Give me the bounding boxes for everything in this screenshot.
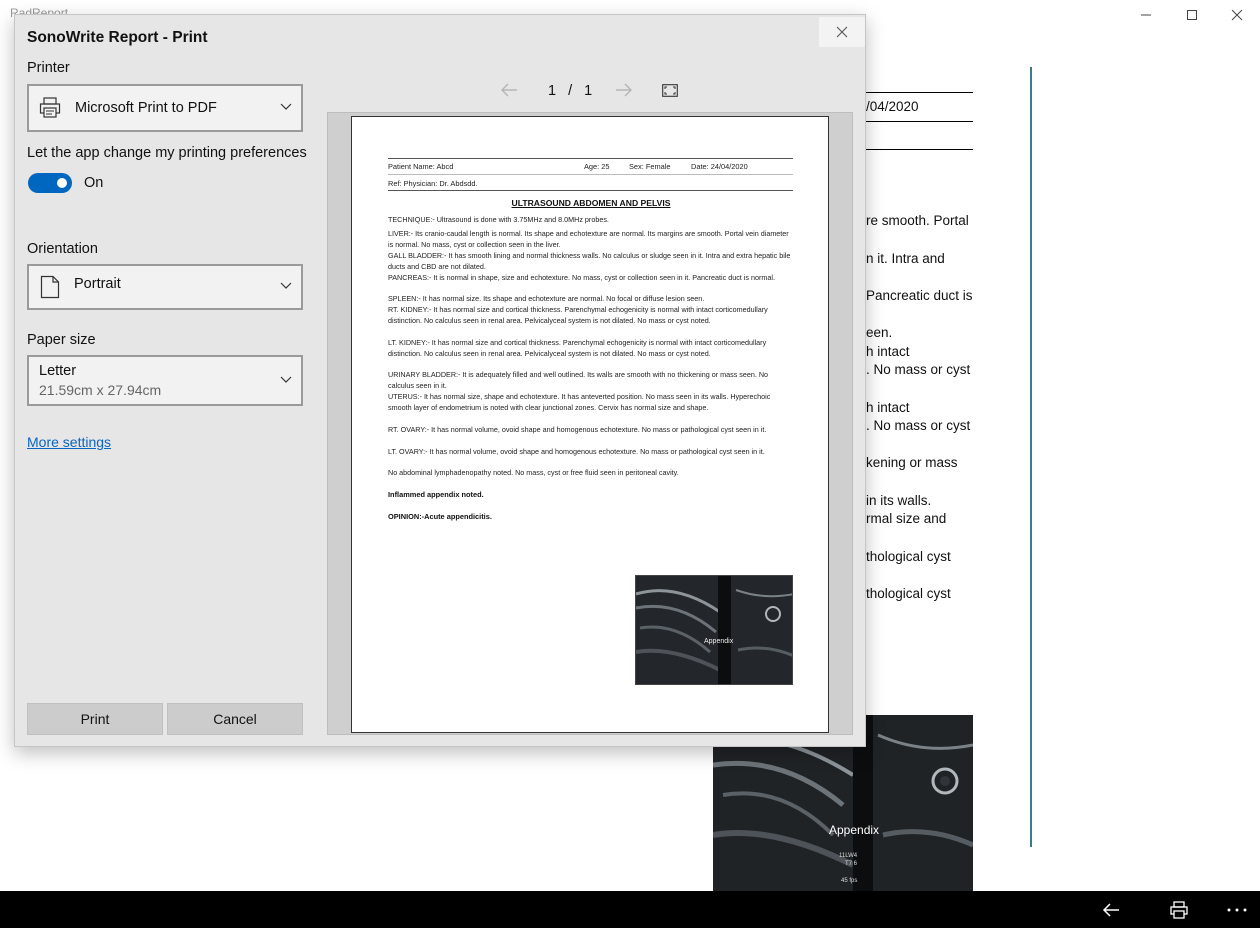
more-settings-link[interactable]: More settings bbox=[27, 434, 111, 450]
divider bbox=[860, 149, 973, 150]
bg-text-fragment: een. bbox=[866, 325, 893, 340]
preview-patient-name: Patient Name: Abcd bbox=[388, 162, 454, 171]
close-icon bbox=[836, 26, 848, 38]
toggle-knob bbox=[57, 178, 67, 188]
image-overlay-text: 11LW4 bbox=[839, 853, 858, 859]
bg-text-fragment: kening or mass bbox=[866, 455, 958, 470]
preview-age: Age: 25 bbox=[584, 162, 610, 171]
image-label: Appendix bbox=[829, 823, 880, 837]
orientation-select[interactable]: Portrait bbox=[27, 264, 303, 310]
close-icon bbox=[1231, 9, 1243, 21]
total-pages: 1 bbox=[584, 83, 594, 99]
image-overlay-text: 45 fps bbox=[841, 878, 858, 884]
bg-text-fragment: n it. Intra and bbox=[866, 251, 945, 266]
paper-size-select[interactable]: Letter 21.59cm x 27.94cm bbox=[27, 355, 303, 406]
preview-ref: Ref: Physician: Dr. Abdsdd. bbox=[388, 179, 478, 188]
orientation-value: Portrait bbox=[74, 276, 121, 292]
print-preview-area: Patient Name: Abcd Age: 25 Sex: Female D… bbox=[327, 112, 853, 735]
preview-sex: Sex: Female bbox=[629, 162, 671, 171]
preview-finding: Inflammed appendix noted. bbox=[388, 490, 484, 499]
bg-text-fragment: in its walls. bbox=[866, 493, 932, 508]
bg-date-fragment: /04/2020 bbox=[866, 99, 919, 114]
bg-text-fragment: re smooth. Portal bbox=[866, 213, 969, 228]
page-rule bbox=[388, 190, 793, 191]
preview-paragraph: UTERUS:- It has normal size, shape and e… bbox=[388, 392, 771, 412]
printer-select[interactable]: Microsoft Print to PDF bbox=[27, 84, 303, 132]
preview-paragraph: SPLEEN:- It has normal size. Its shape a… bbox=[388, 294, 705, 303]
page-indicator: 1 / 1 bbox=[548, 83, 593, 99]
maximize-icon bbox=[1187, 10, 1197, 20]
printer-label: Printer bbox=[27, 60, 70, 76]
preview-paragraph: No abdominal lymphadenopathy noted. No m… bbox=[388, 468, 679, 477]
paper-size-label: Paper size bbox=[27, 332, 96, 348]
preview-paragraph: TECHNIQUE:- Ultrasound is done with 3.75… bbox=[388, 215, 609, 224]
preferences-toggle-state: On bbox=[84, 175, 104, 191]
printer-value: Microsoft Print to PDF bbox=[75, 100, 217, 116]
bg-text-fragment: h intact bbox=[866, 344, 910, 359]
chevron-down-icon bbox=[280, 376, 292, 383]
preferences-toggle[interactable] bbox=[28, 173, 72, 193]
image-overlay-text: T7 6 bbox=[845, 861, 858, 867]
bg-text-fragment: thological cyst bbox=[866, 586, 951, 601]
bg-text-fragment: h intact bbox=[866, 400, 910, 415]
preview-image-label: Appendix bbox=[704, 638, 734, 645]
fit-to-page-icon bbox=[662, 84, 678, 97]
preview-heading: ULTRASOUND ABDOMEN AND PELVIS bbox=[511, 198, 671, 208]
preview-ultrasound-image: Appendix bbox=[635, 575, 793, 685]
bg-text-fragment: Pancreatic duct is bbox=[866, 288, 973, 303]
page-rule bbox=[388, 158, 793, 159]
chevron-down-icon bbox=[280, 103, 292, 110]
next-page-button[interactable] bbox=[615, 83, 633, 102]
print-dialog: SonoWrite Report - Print Printer Microso… bbox=[14, 14, 866, 747]
preview-paragraph: LIVER:- Its cranio-caudal length is norm… bbox=[388, 229, 789, 249]
previous-page-button[interactable] bbox=[500, 83, 518, 102]
minimize-button[interactable] bbox=[1123, 0, 1169, 30]
chevron-down-icon bbox=[280, 282, 292, 289]
dialog-title: SonoWrite Report - Print bbox=[27, 29, 208, 46]
preview-paragraph: RT. KIDNEY:- It has normal size and cort… bbox=[388, 305, 768, 325]
maximize-button[interactable] bbox=[1169, 0, 1215, 30]
preview-paragraph: LT. KIDNEY:- It has normal size and cort… bbox=[388, 338, 767, 358]
page-separator: / bbox=[568, 83, 574, 99]
bg-text-fragment: thological cyst bbox=[866, 549, 951, 564]
preferences-label: Let the app change my printing preferenc… bbox=[27, 145, 307, 161]
preview-paragraph: GALL BLADDER:- It has smooth lining and … bbox=[388, 251, 791, 271]
orientation-label: Orientation bbox=[27, 241, 98, 257]
preview-paragraph: LT. OVARY:- It has normal volume, ovoid … bbox=[388, 447, 765, 456]
preview-paragraph: RT. OVARY:- It has normal volume, ovoid … bbox=[388, 425, 767, 434]
more-button[interactable] bbox=[1215, 891, 1259, 928]
paper-size-dimensions: 21.59cm x 27.94cm bbox=[39, 382, 162, 398]
printer-icon bbox=[39, 97, 61, 118]
current-page: 1 bbox=[548, 83, 558, 99]
bg-text-fragment: rmal size and bbox=[866, 511, 947, 526]
scroll-indicator-bar bbox=[1030, 67, 1032, 847]
divider bbox=[860, 92, 973, 93]
divider bbox=[860, 121, 973, 122]
page-rule bbox=[388, 174, 793, 175]
more-ellipsis-icon bbox=[1227, 908, 1247, 911]
close-window-button[interactable] bbox=[1214, 0, 1260, 30]
preview-page: Patient Name: Abcd Age: 25 Sex: Female D… bbox=[351, 116, 829, 733]
page-icon bbox=[40, 275, 60, 299]
taskbar bbox=[0, 891, 1260, 928]
paper-size-value: Letter bbox=[39, 363, 77, 379]
preview-paragraph: PANCREAS:- It is normal in shape, size a… bbox=[388, 273, 775, 282]
minimize-icon bbox=[1141, 14, 1151, 16]
dialog-close-button[interactable] bbox=[819, 17, 865, 47]
back-button[interactable] bbox=[1089, 891, 1133, 928]
fit-page-button[interactable] bbox=[662, 84, 678, 102]
arrow-right-icon bbox=[616, 83, 632, 97]
preview-date: Date: 24/04/2020 bbox=[691, 162, 748, 171]
bg-text-fragment: . No mass or cyst bbox=[866, 418, 971, 433]
print-button[interactable]: Print bbox=[27, 703, 163, 735]
cancel-button[interactable]: Cancel bbox=[167, 703, 303, 735]
bg-text-fragment: . No mass or cyst bbox=[866, 362, 971, 377]
arrow-left-icon bbox=[501, 83, 517, 97]
printer-icon bbox=[1170, 900, 1188, 919]
preview-opinion: OPINION:-Acute appendicitis. bbox=[388, 512, 492, 521]
preview-paragraph: URINARY BLADDER:- It is adequately fille… bbox=[388, 370, 769, 390]
back-arrow-icon bbox=[1102, 902, 1119, 917]
print-button[interactable] bbox=[1157, 891, 1201, 928]
